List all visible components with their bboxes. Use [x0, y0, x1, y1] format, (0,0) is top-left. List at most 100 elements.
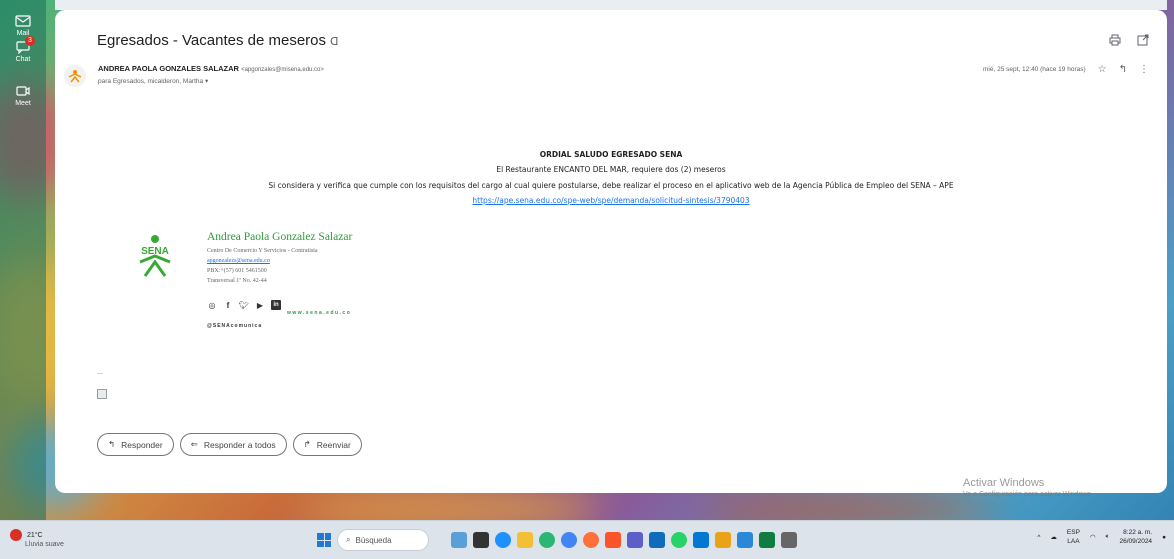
outlook-icon[interactable] [649, 532, 665, 548]
windows-start-icon[interactable] [317, 533, 331, 547]
more-options-icon[interactable]: ⋮ [1139, 64, 1149, 75]
application-link[interactable]: https://ape.sena.edu.co/spe-web/spe/dema… [55, 196, 1167, 205]
sena-logo: SENA [139, 235, 171, 277]
wifi-icon[interactable]: ◠ [1090, 533, 1096, 541]
top-actions [1107, 32, 1151, 48]
twitter-icon[interactable]: 🐦︎ [239, 300, 249, 310]
app-icon[interactable] [715, 532, 731, 548]
signature-address: Transversal 1ª No. 42-44 [207, 278, 267, 284]
edge-browser-icon[interactable] [495, 532, 511, 548]
forward-button[interactable]: ↱ Reenviar [292, 433, 362, 456]
chevron-down-icon[interactable]: ▾ [205, 78, 208, 85]
rail-item-mail[interactable]: Mail [0, 14, 46, 37]
email-view: Egresados - Vacantes de meseros ᗡ ANDREA … [55, 10, 1167, 493]
sena-avatar-icon [68, 70, 82, 83]
store-icon[interactable] [693, 532, 709, 548]
linkedin-icon[interactable]: in [271, 300, 281, 310]
reply-all-button[interactable]: ⇐ Responder a todos [179, 433, 287, 456]
chat-badge: 3 [25, 36, 35, 46]
subject-text: Egresados - Vacantes de meseros [97, 32, 327, 49]
star-icon[interactable]: ☆ [1098, 64, 1107, 75]
watermark-subtitle: Ve a Configuración para activar Windows. [963, 491, 1093, 498]
rail-label-meet: Meet [15, 100, 31, 107]
clock-time: 8:22 a. m. [1123, 529, 1153, 536]
photos-icon[interactable] [737, 532, 753, 548]
firefox-icon[interactable] [583, 532, 599, 548]
open-new-window-icon[interactable] [1135, 32, 1151, 48]
chrome-icon[interactable] [561, 532, 577, 548]
app-icon[interactable] [539, 532, 555, 548]
watermark-title: Activar Windows [963, 477, 1045, 489]
language-indicator[interactable]: ESP LAA [1067, 528, 1080, 546]
widgets-app-icon[interactable] [451, 532, 467, 548]
signature-handle: @SENAcomunica [207, 323, 263, 329]
teams-icon[interactable] [627, 532, 643, 548]
reply-all-icon: ⇐ [190, 439, 198, 449]
lang-layout: LAA [1067, 538, 1080, 545]
notification-icon[interactable]: ● [1162, 534, 1166, 541]
message-date: mié, 25 sept, 12:40 (hace 19 horas) [983, 66, 1086, 73]
print-icon[interactable] [1107, 32, 1123, 48]
windows-taskbar: 21°C Lluvia suave ⌕ Búsqueda ^ ☁ ESP LAA… [0, 520, 1174, 559]
sender-address: <apgonzales@misena.edu.co> [241, 67, 324, 73]
body-line-1: El Restaurante ENCANTO DEL MAR, requiere… [496, 165, 726, 174]
signature-email[interactable]: apgonzalezs@sena.edu.co [207, 258, 270, 264]
reply-all-label: Responder a todos [203, 439, 276, 450]
brave-icon[interactable] [605, 532, 621, 548]
facebook-icon[interactable]: f [223, 300, 233, 310]
signature-phone: PBX:+(57) 601 5461500 [207, 268, 267, 274]
reply-icon: ↰ [108, 439, 116, 449]
reply-button[interactable]: ↰ Responder [97, 433, 174, 456]
volume-icon[interactable]: 🔈︎ [1106, 533, 1110, 541]
gmail-side-rail: Mail 3 Chat Meet [0, 0, 46, 520]
reply-icon[interactable]: ↰ [1119, 64, 1127, 75]
signature-role: Centro De Comercio Y Servicios - Contrat… [207, 248, 318, 254]
avatar[interactable] [64, 65, 86, 87]
signature-website[interactable]: www.sena.edu.co [287, 310, 351, 316]
social-links: ◎ f 🐦︎ ▶ in [207, 300, 281, 310]
calculator-icon[interactable] [781, 532, 797, 548]
message-meta: mié, 25 sept, 12:40 (hace 19 horas) ☆ ↰ … [983, 64, 1149, 75]
clock-date: 26/09/2024 [1119, 538, 1153, 545]
file-explorer-icon[interactable] [517, 532, 533, 548]
search-placeholder: Búsqueda [355, 535, 392, 545]
search-icon: ⌕ [346, 535, 351, 544]
label-icon[interactable]: ᗡ [330, 36, 338, 48]
body-line-2: Si considera y verifica que cumple con l… [268, 181, 954, 190]
forward-icon: ↱ [303, 439, 311, 449]
meet-icon [16, 86, 30, 96]
excel-icon[interactable] [759, 532, 775, 548]
body-title: ORDIAL SALUDO EGRESADO SENA [539, 150, 683, 159]
email-subject: Egresados - Vacantes de meseros ᗡ [97, 32, 338, 49]
activate-windows-watermark: Activar Windows Ve a Configuración para … [963, 477, 1093, 498]
mail-icon [15, 15, 31, 27]
sender-line: ANDREA PAOLA GONZALES SALAZAR <apgonzale… [98, 64, 324, 73]
weather-temp: 21°C [26, 531, 43, 539]
rail-item-meet[interactable]: Meet [0, 84, 46, 107]
forward-label: Reenviar [316, 439, 351, 450]
taskbar-apps: ⌕ Búsqueda [317, 529, 797, 551]
weather-widget[interactable]: 21°C Lluvia suave [10, 529, 64, 548]
sender-name[interactable]: ANDREA PAOLA GONZALES SALAZAR [98, 64, 239, 73]
rail-item-chat[interactable]: 3 Chat [0, 36, 46, 63]
clock[interactable]: 8:22 a. m. 26/09/2024 [1120, 528, 1153, 546]
signature-name: Andrea Paola Gonzalez Salazar [207, 231, 353, 243]
recipients[interactable]: para Egresados, micalderon, Martha ▾ [98, 77, 208, 85]
whatsapp-icon[interactable] [671, 532, 687, 548]
trimmed-content[interactable]: ... [97, 369, 103, 376]
rail-label-chat: Chat [15, 56, 31, 63]
taskbar-search[interactable]: ⌕ Búsqueda [337, 529, 429, 551]
youtube-icon[interactable]: ▶ [255, 300, 265, 310]
reply-actions: ↰ Responder ⇐ Responder a todos ↱ Reenvi… [97, 433, 362, 456]
top-strip [55, 0, 1167, 10]
task-view-icon[interactable] [473, 532, 489, 548]
weather-icon [10, 529, 22, 541]
instagram-icon[interactable]: ◎ [207, 300, 217, 310]
reply-label: Responder [121, 439, 163, 450]
chevron-up-icon[interactable]: ^ [1037, 534, 1040, 541]
cloud-icon[interactable]: ☁ [1050, 533, 1057, 541]
broken-image-icon [97, 389, 107, 399]
recipients-text: para Egresados, micalderon, Martha [98, 78, 204, 85]
weather-desc: Lluvia suave [25, 541, 64, 548]
system-tray: ^ ☁ ESP LAA ◠ 🔈︎ 8:22 a. m. 26/09/2024 ● [1037, 528, 1166, 546]
